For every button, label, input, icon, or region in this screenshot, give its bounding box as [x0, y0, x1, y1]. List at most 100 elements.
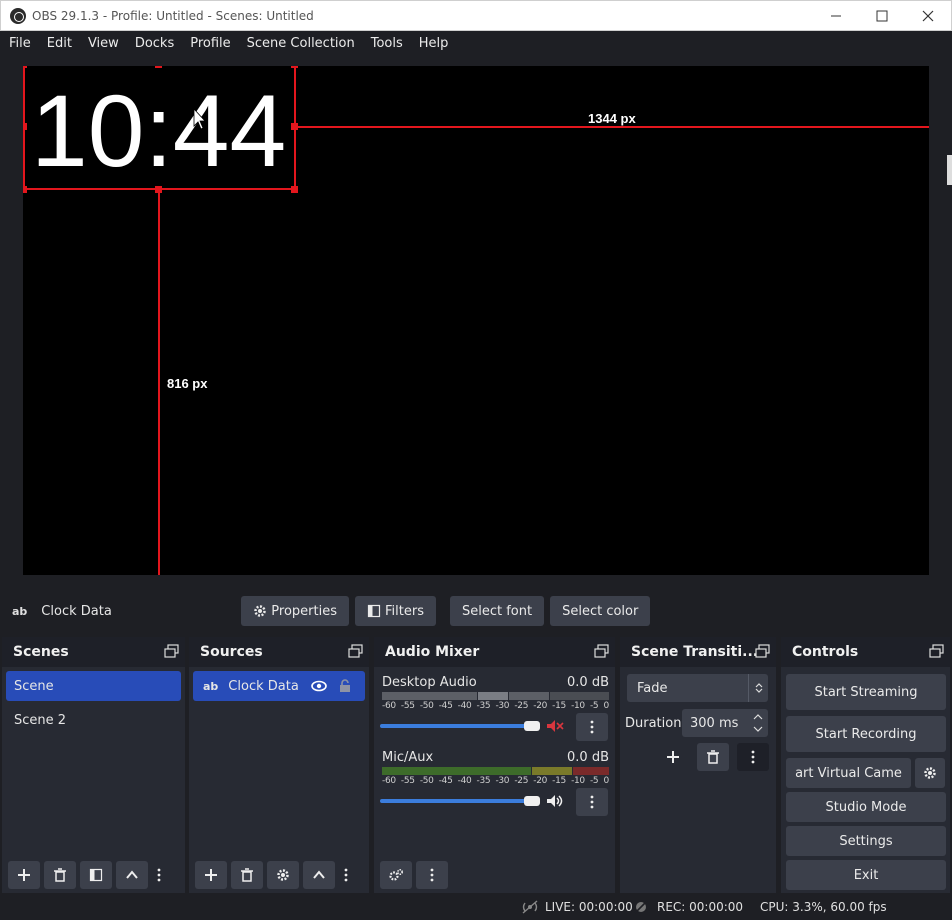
- eye-icon[interactable]: [311, 680, 327, 692]
- sources-title: Sources: [200, 644, 263, 660]
- add-source-button[interactable]: [195, 861, 227, 889]
- obs-logo-icon: [10, 7, 26, 24]
- desktop-audio-volume-slider[interactable]: [380, 724, 536, 728]
- recording-icon: [634, 900, 648, 914]
- remove-scene-button[interactable]: [44, 861, 76, 889]
- start-virtual-camera-button[interactable]: art Virtual Came: [786, 758, 911, 788]
- cpu-fps: CPU: 3.3%, 60.00 fps: [760, 900, 887, 914]
- muted-speaker-icon[interactable]: [546, 719, 564, 733]
- minimize-icon: [831, 15, 841, 17]
- mic-aux-menu-button[interactable]: [576, 788, 608, 816]
- menu-view[interactable]: View: [88, 36, 119, 51]
- transition-select[interactable]: Fade: [627, 674, 768, 702]
- studio-mode-button[interactable]: Studio Mode: [786, 792, 946, 822]
- start-recording-button[interactable]: Start Recording: [786, 716, 946, 752]
- resize-handle: [23, 123, 27, 130]
- gear-icon: [277, 869, 289, 881]
- close-button[interactable]: [905, 1, 951, 31]
- settings-button[interactable]: Settings: [786, 826, 946, 856]
- select-color-button[interactable]: Select color: [550, 596, 651, 626]
- add-scene-button[interactable]: [8, 861, 40, 889]
- start-streaming-button[interactable]: Start Streaming: [786, 674, 946, 710]
- maximize-button[interactable]: [859, 1, 905, 31]
- undock-icon[interactable]: [164, 644, 179, 658]
- resize-handle: [291, 186, 298, 193]
- scene-transitions-dock: Scene Transiti... Fade Duration 300 ms: [620, 637, 776, 893]
- sources-dock: Sources ab Clock Data: [189, 637, 369, 893]
- advanced-audio-properties-button[interactable]: [380, 861, 412, 889]
- undock-icon[interactable]: [594, 644, 609, 658]
- scene-item[interactable]: Scene: [6, 671, 181, 701]
- properties-button[interactable]: Properties: [241, 596, 349, 626]
- undock-icon[interactable]: [348, 644, 363, 658]
- menu-edit[interactable]: Edit: [47, 36, 72, 51]
- resize-handle: [23, 66, 27, 68]
- remove-transition-button[interactable]: [697, 743, 729, 771]
- sources-more-button[interactable]: [339, 861, 353, 889]
- source-properties-button[interactable]: [267, 861, 299, 889]
- speaker-icon[interactable]: [546, 794, 564, 808]
- scene-transitions-title: Scene Transiti...: [631, 644, 759, 660]
- volume-meter: [382, 767, 610, 775]
- gears-icon: [389, 868, 404, 881]
- resize-handle: [155, 66, 162, 68]
- clock-text: 10:44: [31, 74, 286, 188]
- menu-help[interactable]: Help: [419, 36, 449, 51]
- menu-scene-collection[interactable]: Scene Collection: [247, 36, 355, 51]
- channel-level: 0.0 dB: [567, 675, 609, 690]
- scene-filters-button[interactable]: [80, 861, 112, 889]
- gear-icon: [924, 767, 936, 779]
- live-broadcast-icon: [522, 900, 538, 914]
- kebab-icon: [751, 750, 755, 764]
- undock-icon[interactable]: [929, 644, 944, 658]
- kebab-icon: [157, 868, 161, 882]
- text-source-icon: ab: [12, 604, 28, 618]
- duration-spinbox[interactable]: 300 ms: [682, 709, 768, 737]
- chevron-up-icon: [313, 870, 325, 879]
- virtual-camera-settings-button[interactable]: [915, 758, 945, 788]
- chevron-up-icon: [126, 870, 138, 879]
- live-timer: LIVE: 00:00:00: [545, 900, 633, 914]
- height-label: 816 px: [167, 376, 208, 391]
- scenes-more-button[interactable]: [152, 861, 166, 889]
- exit-button[interactable]: Exit: [786, 860, 946, 890]
- transition-properties-button[interactable]: [737, 743, 769, 771]
- slider-handle[interactable]: [524, 721, 540, 731]
- mic-aux-volume-slider[interactable]: [380, 799, 536, 803]
- filters-button[interactable]: Filters: [355, 596, 436, 626]
- remove-source-button[interactable]: [231, 861, 263, 889]
- preview-scrollbar[interactable]: [947, 155, 952, 185]
- kebab-icon: [590, 720, 594, 734]
- source-item[interactable]: ab Clock Data: [193, 671, 365, 701]
- filter-icon: [367, 604, 381, 618]
- menu-file[interactable]: File: [9, 36, 31, 51]
- move-scene-up-button[interactable]: [116, 861, 148, 889]
- preview-area: 10:44 1344 px 816 px: [0, 55, 952, 585]
- duration-label: Duration: [625, 716, 682, 731]
- scene-item[interactable]: Scene 2: [6, 705, 181, 735]
- mixer-channel-desktop-audio: Desktop Audio 0.0 dB -60 -55 -50 -45 -40 -35-…: [382, 675, 609, 711]
- channel-level: 0.0 dB: [567, 750, 609, 765]
- slider-handle[interactable]: [524, 796, 540, 806]
- lock-icon[interactable]: [339, 679, 351, 693]
- channel-name: Mic/Aux: [382, 750, 434, 765]
- kebab-icon: [430, 868, 434, 882]
- audio-mixer-menu-button[interactable]: [416, 861, 448, 889]
- undock-icon[interactable]: [755, 644, 770, 658]
- select-font-button[interactable]: Select font: [449, 596, 545, 626]
- move-source-up-button[interactable]: [303, 861, 335, 889]
- maximize-icon: [876, 10, 888, 22]
- menu-profile[interactable]: Profile: [190, 36, 230, 51]
- preview-canvas[interactable]: 10:44 1344 px 816 px: [23, 66, 929, 575]
- minimize-button[interactable]: [813, 1, 859, 31]
- audio-mixer-title: Audio Mixer: [385, 644, 480, 660]
- menu-docks[interactable]: Docks: [135, 36, 174, 51]
- menu-tools[interactable]: Tools: [371, 36, 403, 51]
- selected-source-name: Clock Data: [41, 603, 112, 619]
- add-transition-button[interactable]: [657, 743, 689, 771]
- desktop-audio-menu-button[interactable]: [576, 713, 608, 741]
- kebab-icon: [344, 868, 348, 882]
- resize-handle: [23, 186, 27, 193]
- gear-icon: [254, 605, 267, 617]
- plus-icon: [205, 869, 217, 881]
